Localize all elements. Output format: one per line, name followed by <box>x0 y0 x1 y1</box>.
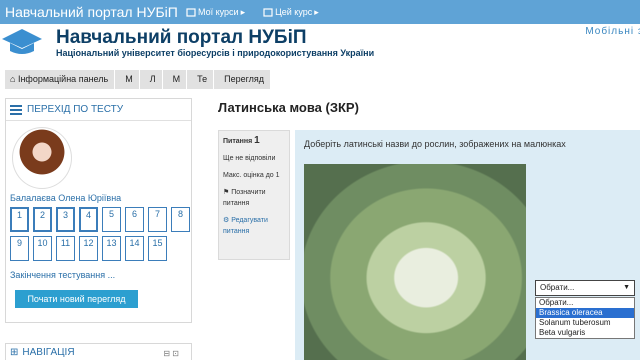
question-button-2[interactable]: 2 <box>33 207 52 232</box>
block-controls-icon[interactable]: ⊟ ⊡ <box>163 349 179 358</box>
site-subtitle: Національний університет біоресурсів і п… <box>56 48 375 58</box>
breadcrumb: ⌂ Інформаційна панель М Л М Те Перегляд <box>5 70 271 89</box>
question-button-7[interactable]: 7 <box>148 207 167 232</box>
question-number-value: 1 <box>254 135 260 146</box>
question-button-6[interactable]: 6 <box>125 207 144 232</box>
question-text: Доберіть латинські назви до рослин, зобр… <box>304 139 566 149</box>
question-button-12[interactable]: 12 <box>79 236 98 261</box>
menu-my-courses[interactable]: Мої курси ▸ <box>186 7 245 18</box>
breadcrumb-item[interactable]: Те <box>187 70 214 89</box>
navigation-block-header: ⊞ НАВІГАЦІЯ ⊟ ⊡ <box>5 343 192 360</box>
cabbage-image <box>304 164 526 360</box>
answer-option[interactable]: Solanum tuberosum <box>536 318 634 328</box>
question-status: Ще не відповіли <box>223 155 276 162</box>
answer-option[interactable]: Brassica oleracea <box>536 308 634 318</box>
question-button-9[interactable]: 9 <box>10 236 29 261</box>
sitemap-icon: ⊞ <box>10 346 19 358</box>
quiz-navigation-title: ПЕРЕХІД ПО ТЕСТУ <box>27 104 124 115</box>
caret-right-icon: ▸ <box>314 6 319 17</box>
question-max-grade: Макс. оцінка до 1 <box>223 172 280 179</box>
answer-option[interactable]: Beta vulgaris <box>536 328 634 338</box>
question-button-1[interactable]: 1 <box>10 207 29 232</box>
breadcrumb-item[interactable]: Л <box>139 70 162 89</box>
gear-icon: ⚙ <box>223 217 230 224</box>
answer-select-value: Обрати... <box>540 283 575 292</box>
question-label: Питання <box>223 138 253 145</box>
home-icon: ⌂ <box>10 74 16 84</box>
question-button-13[interactable]: 13 <box>102 236 121 261</box>
answer-select[interactable]: Обрати... ▼ <box>535 280 635 296</box>
flag-icon: ⚑ <box>223 189 230 196</box>
avatar <box>12 127 72 189</box>
question-button-5[interactable]: 5 <box>102 207 121 232</box>
graduation-cap-logo <box>2 29 42 54</box>
breadcrumb-current: Перегляд <box>214 70 271 89</box>
site-header: Навчальний портал НУБіП Національний уні… <box>0 24 640 66</box>
user-name-link[interactable]: Балалаєва Олена Юріївна <box>10 193 121 203</box>
flag-question-label: Позначити питання <box>223 189 266 207</box>
question-button-11[interactable]: 11 <box>56 236 75 261</box>
menu-my-courses-label: Мої курси <box>198 7 239 17</box>
top-bar: Навчальний портал НУБіП Мої курси ▸ Цей … <box>0 0 640 24</box>
breadcrumb-dashboard-label: Інформаційна панель <box>17 74 109 84</box>
quiz-navigation-header: ПЕРЕХІД ПО ТЕСТУ <box>6 99 191 121</box>
navigation-title: НАВІГАЦІЯ <box>22 346 75 358</box>
start-new-preview-button[interactable]: Почати новий перегляд <box>15 290 138 308</box>
mobile-link[interactable]: Мобільні за <box>585 26 640 37</box>
breadcrumb-dashboard[interactable]: ⌂ Інформаційна панель <box>5 70 115 89</box>
answer-options-list: Обрати... Brassica oleracea Solanum tubero… <box>535 297 635 339</box>
question-content: Доберіть латинські назви до рослин, зобр… <box>295 130 640 360</box>
question-button-8[interactable]: 8 <box>171 207 190 232</box>
question-number: Питання 1 <box>223 135 285 147</box>
edit-question-link[interactable]: ⚙ Редагувати питання <box>223 215 285 237</box>
quiz-navigation-block: ПЕРЕХІД ПО ТЕСТУ Балалаєва Олена Юріївна… <box>5 98 192 323</box>
menu-this-course[interactable]: Цей курс ▸ <box>263 7 319 18</box>
dropdown-arrow-icon: ▼ <box>623 284 630 291</box>
question-button-10[interactable]: 10 <box>33 236 52 261</box>
site-title[interactable]: Навчальний портал НУБіП <box>56 27 307 49</box>
finish-attempt-link[interactable]: Закінчення тестування ... <box>10 270 115 280</box>
question-button-15[interactable]: 15 <box>148 236 167 261</box>
caret-right-icon: ▸ <box>240 6 246 17</box>
flag-question[interactable]: ⚑ Позначити питання <box>223 187 285 209</box>
menu-this-course-label: Цей курс <box>275 7 313 17</box>
question-button-14[interactable]: 14 <box>125 236 144 261</box>
breadcrumb-item[interactable]: М <box>162 70 187 89</box>
question-button-4[interactable]: 4 <box>79 207 98 232</box>
edit-question-label: Редагувати питання <box>223 217 268 235</box>
answer-option[interactable]: Обрати... <box>536 298 634 308</box>
page-title: Латинська мова (ЗКР) <box>218 100 359 115</box>
question-info: Питання 1 Ще не відповіли Макс. оцінка д… <box>218 130 290 260</box>
book-icon <box>186 7 196 17</box>
brand-link[interactable]: Навчальний портал НУБіП <box>0 4 186 20</box>
list-icon <box>10 104 22 115</box>
breadcrumb-item[interactable]: М <box>115 70 139 89</box>
book-icon <box>263 7 273 17</box>
question-button-3[interactable]: 3 <box>56 207 75 232</box>
